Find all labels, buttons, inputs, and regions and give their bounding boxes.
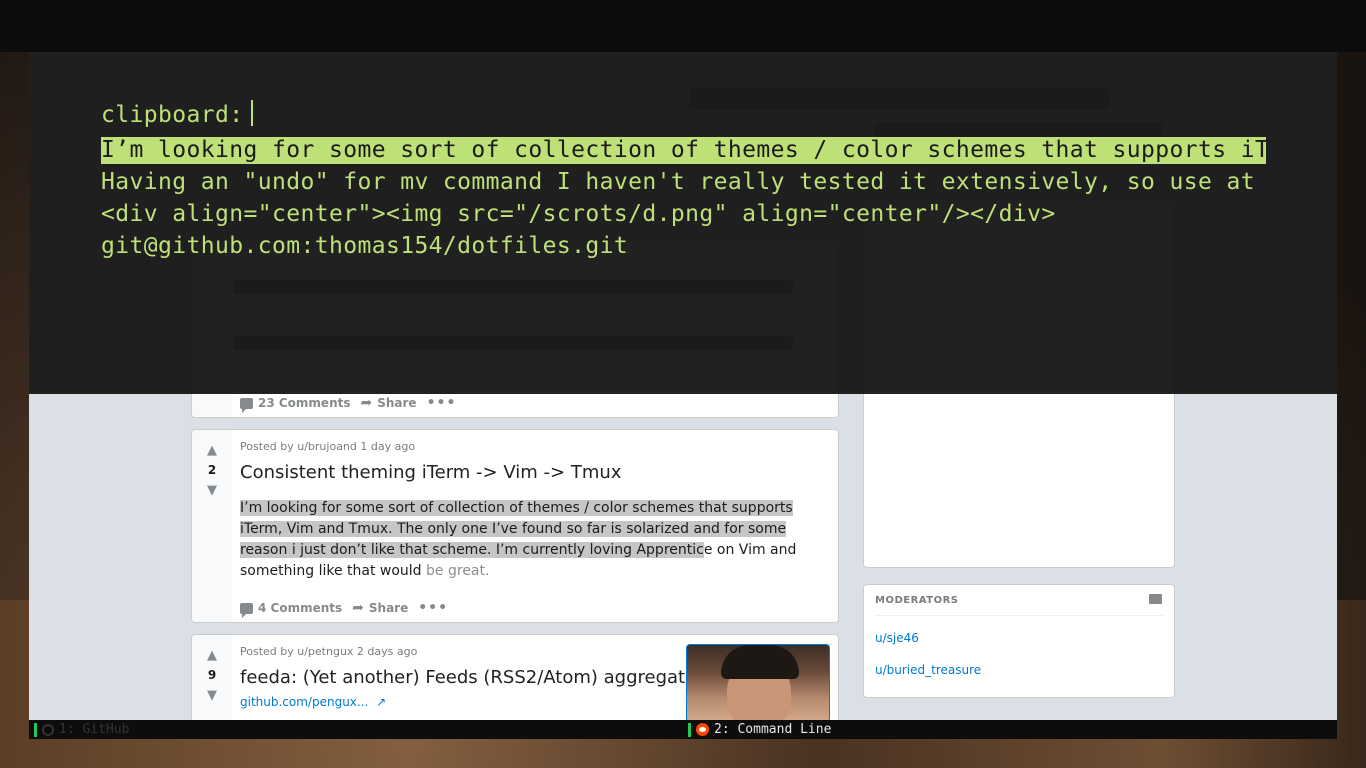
post-actions: 23 Comments ➦ Share ••• (240, 394, 457, 413)
workspace-indicator (688, 722, 691, 737)
more-options-icon[interactable]: ••• (418, 600, 448, 616)
post-score: 9 (207, 668, 217, 682)
workspace-indicator (34, 722, 37, 737)
message-mods-icon[interactable] (1149, 594, 1162, 604)
post-card-2[interactable]: ▲ 2 ▼ Posted by u/brujoand 1 day ago Con… (191, 429, 839, 623)
post-title[interactable]: feeda: (Yet another) Feeds (RSS2/Atom) a… (240, 667, 704, 688)
post-thumbnail[interactable] (686, 644, 830, 720)
downvote-icon[interactable]: ▼ (205, 689, 219, 703)
dimmed-text-line (233, 336, 793, 350)
comment-icon (240, 397, 253, 413)
thumbnail-hair (721, 645, 799, 679)
vote-column: ▲ 9 ▼ (192, 635, 232, 720)
downvote-icon[interactable]: ▼ (205, 484, 219, 498)
clipboard-prompt: clipboard: (101, 100, 254, 128)
external-link-icon: ↗ (376, 695, 387, 709)
comments-button[interactable]: 23 Comments (240, 396, 351, 413)
upvote-icon[interactable]: ▲ (205, 444, 219, 458)
post-body-faded: be great. (426, 563, 490, 579)
moderators-widget: MODERATORS u/sje46 u/buried_treasure (863, 584, 1175, 698)
comment-icon (240, 602, 253, 618)
dimmed-search-bar (689, 88, 1109, 110)
moderators-title: MODERATORS (875, 595, 959, 606)
post-card-3[interactable]: ▲ 9 ▼ Posted by u/petngux 2 days ago fee… (191, 634, 839, 720)
post-meta: Posted by u/petngux 2 days ago (240, 645, 418, 658)
clipboard-item[interactable]: <div align="center"><img src="/scrots/d.… (101, 201, 1266, 228)
more-options-icon[interactable]: ••• (427, 395, 457, 411)
post-link[interactable]: github.com/pengux... ↗ (240, 695, 386, 709)
vote-column: ▲ 2 ▼ (192, 430, 232, 622)
github-icon (42, 723, 54, 736)
system-top-bar (0, 0, 1366, 52)
post-title[interactable]: Consistent theming iTerm -> Vim -> Tmux (240, 462, 621, 483)
comments-button[interactable]: 4 Comments (240, 601, 342, 618)
moderator-link[interactable]: u/sje46 (875, 631, 919, 645)
text-cursor (251, 100, 254, 126)
post-actions: 4 Comments ➦ Share ••• (240, 599, 448, 618)
post-body: I’m looking for some sort of collection … (240, 498, 832, 582)
moderator-link[interactable]: u/buried_treasure (875, 663, 981, 677)
reddit-icon (696, 723, 709, 736)
workspace-2[interactable]: 2: Command Line (688, 720, 831, 739)
upvote-icon[interactable]: ▲ (205, 649, 219, 663)
workspace-1[interactable]: 1: GitHub (34, 720, 129, 739)
divider (875, 615, 1163, 616)
share-icon: ➦ (360, 395, 373, 411)
clipboard-item-selected[interactable]: I’m looking for some sort of collection … (101, 137, 1266, 164)
post-score: 2 (207, 463, 217, 477)
clipboard-item[interactable]: Having an "undo" for mv command I haven'… (101, 169, 1266, 196)
share-button[interactable]: ➦ Share (352, 600, 408, 616)
share-button[interactable]: ➦ Share (361, 395, 417, 411)
workspace-bar: 1: GitHub 2: Command Line (29, 720, 1337, 739)
post-meta: Posted by u/brujoand 1 day ago (240, 440, 416, 453)
share-icon: ➦ (352, 600, 364, 616)
clipboard-item[interactable]: git@github.com:thomas154/dotfiles.git (101, 233, 1266, 260)
dimmed-text-line (233, 280, 793, 294)
